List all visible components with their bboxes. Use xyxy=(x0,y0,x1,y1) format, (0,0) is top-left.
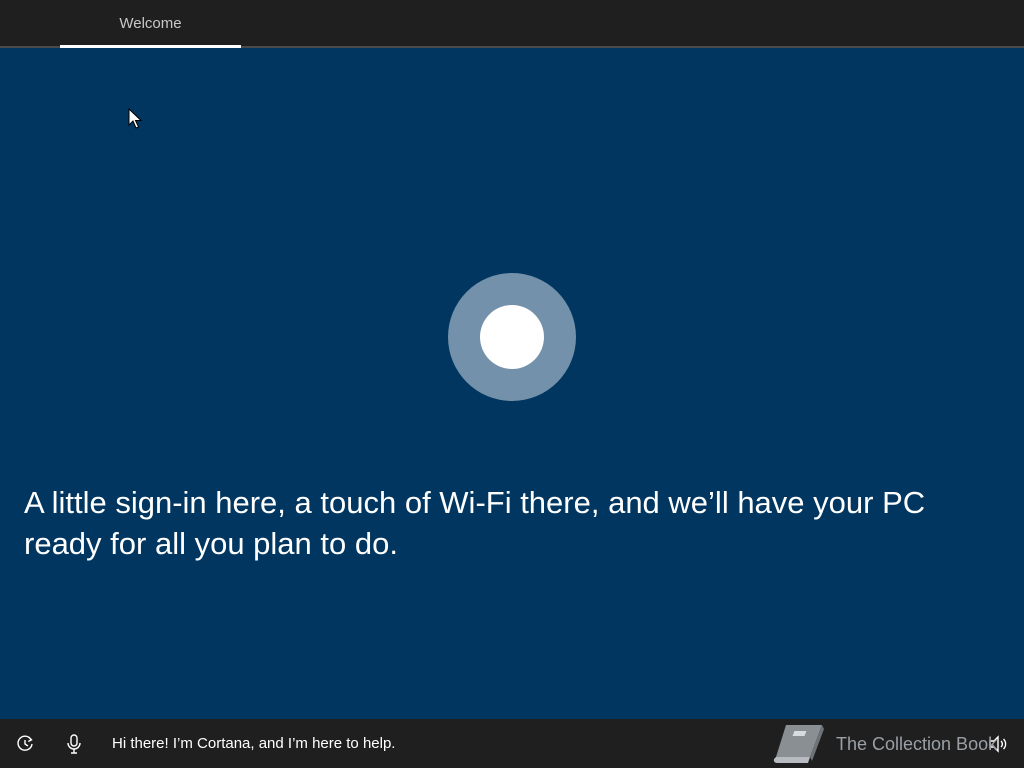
ease-of-access-icon xyxy=(17,735,33,751)
microphone-button[interactable] xyxy=(54,719,94,768)
volume-icon xyxy=(989,734,1007,753)
tab-welcome-label: Welcome xyxy=(119,14,182,32)
cortana-greeting: Hi there! I’m Cortana, and I’m here to h… xyxy=(112,735,396,752)
volume-button[interactable] xyxy=(978,719,1018,768)
cortana-message: A little sign-in here, a touch of Wi-Fi … xyxy=(24,485,926,561)
bottom-bar: Hi there! I’m Cortana, and I’m here to h… xyxy=(0,719,1024,768)
tab-welcome[interactable]: Welcome xyxy=(60,0,241,46)
mouse-cursor-icon xyxy=(128,108,143,129)
top-bar: Welcome xyxy=(0,0,1024,48)
ease-of-access-button[interactable] xyxy=(5,719,45,768)
microphone-icon xyxy=(67,733,81,754)
cortana-core-icon xyxy=(480,305,544,369)
